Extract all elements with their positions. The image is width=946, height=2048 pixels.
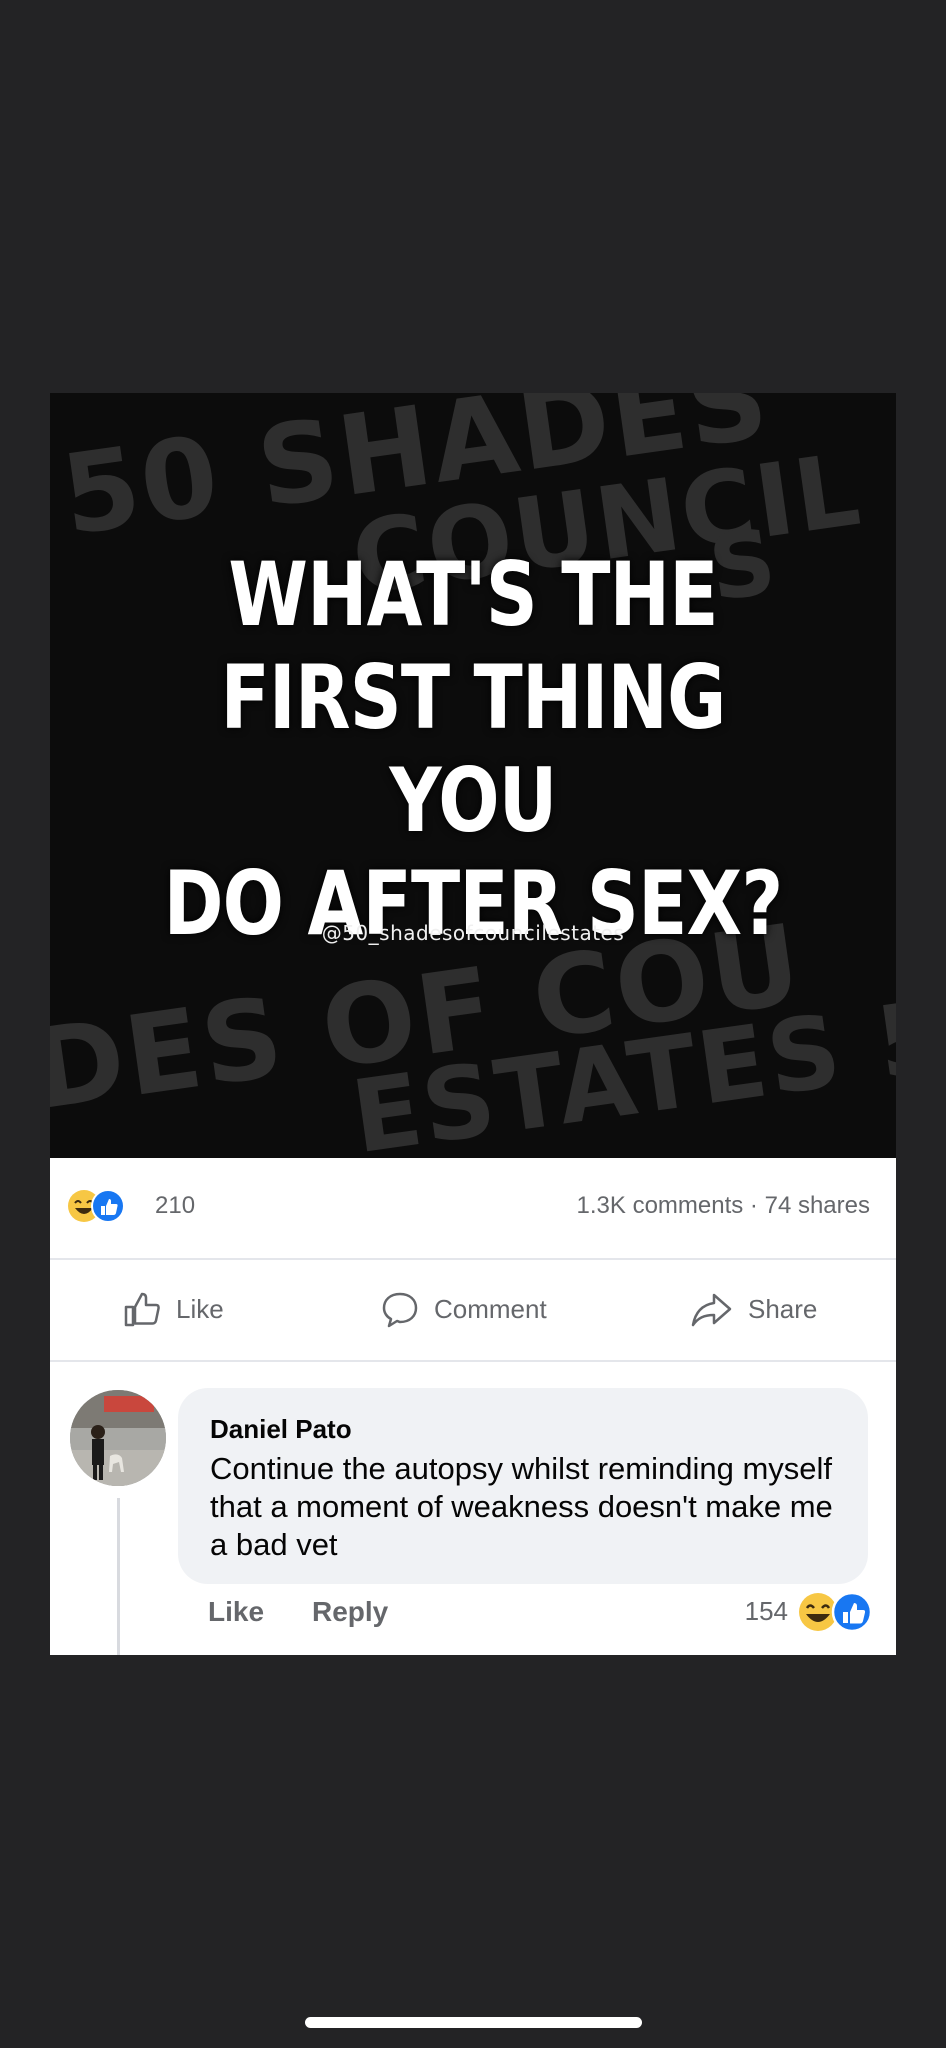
- thumbs-up-icon: [124, 1292, 160, 1327]
- reaction-count[interactable]: 210: [155, 1192, 195, 1220]
- share-button[interactable]: Share: [690, 1284, 817, 1334]
- headline-line: WHAT'S THE: [228, 543, 718, 646]
- comment-reaction-count[interactable]: 154: [745, 1596, 788, 1627]
- post-stats: 210 1.3K comments · 74 shares: [50, 1158, 896, 1260]
- comment-button[interactable]: Comment: [380, 1284, 547, 1334]
- comment-label: Comment: [434, 1293, 547, 1324]
- share-arrow-icon: [691, 1293, 732, 1327]
- reaction-icons[interactable]: [68, 1188, 128, 1224]
- post-actions: Like Comment Share: [50, 1260, 896, 1362]
- post-headline: WHAT'S THE FIRST THING YOU DO AFTER SEX?: [126, 543, 820, 955]
- reply-thread-line: [117, 1498, 120, 1655]
- like-icon: [91, 1189, 125, 1223]
- comment-author[interactable]: Daniel Pato: [210, 1414, 352, 1445]
- avatar[interactable]: [70, 1390, 166, 1486]
- headline-line: FIRST THING YOU: [220, 646, 726, 852]
- like-label: Like: [176, 1293, 224, 1324]
- comment-like-button[interactable]: Like: [208, 1596, 264, 1628]
- post-image[interactable]: 50 SHADES COUNCIL ES DES OF COU ESTATES …: [50, 393, 896, 1158]
- like-button[interactable]: Like: [122, 1284, 224, 1334]
- avatar-image: [70, 1390, 166, 1486]
- comment-reaction-icons[interactable]: [796, 1590, 876, 1634]
- share-label: Share: [748, 1293, 818, 1324]
- like-icon: [831, 1591, 873, 1633]
- comment-text: Continue the autopsy whilst reminding my…: [210, 1451, 833, 1562]
- comments-shares-summary[interactable]: 1.3K comments · 74 shares: [577, 1192, 870, 1220]
- post-card: 210 1.3K comments · 74 shares Like Comme…: [50, 1158, 896, 1655]
- haha-icon: [799, 1593, 837, 1631]
- comment-bubble[interactable]: Daniel Pato Continue the autopsy whilst …: [178, 1388, 868, 1584]
- comment-reply-button[interactable]: Reply: [312, 1596, 388, 1628]
- home-indicator[interactable]: [305, 2017, 642, 2028]
- post-handle: @50_shadesofcouncilestates: [321, 921, 625, 945]
- comment-bubble-icon: [382, 1292, 418, 1328]
